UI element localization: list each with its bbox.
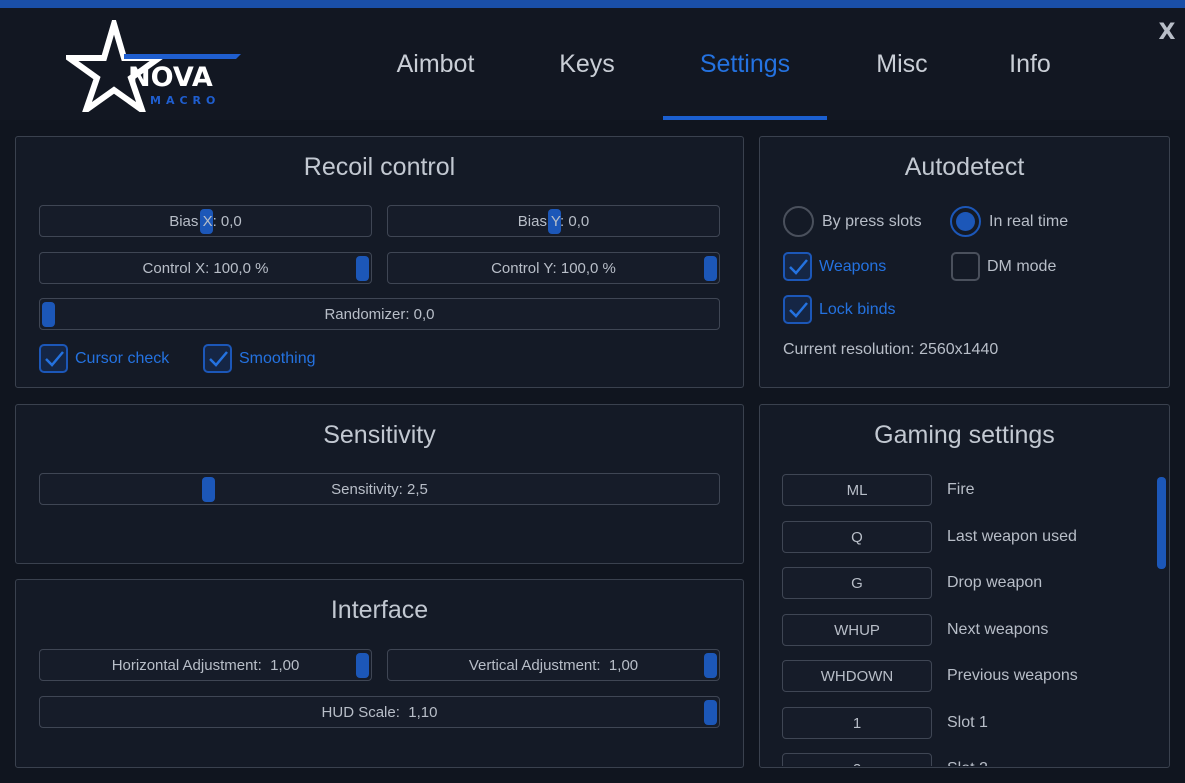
bind-row: Q Last weapon used <box>782 521 1162 553</box>
lock-binds-box[interactable] <box>783 295 812 324</box>
gaming-settings-panel: Gaming settings ML Fire Q Last weapon us… <box>759 404 1170 768</box>
bind-key-button[interactable]: 1 <box>782 707 932 739</box>
bind-action-label: Slot 1 <box>947 714 988 731</box>
window-top-accent <box>0 0 1185 8</box>
tab-info[interactable]: Info <box>990 8 1070 120</box>
hud-scale-label: HUD Scale: 1,10 <box>321 703 438 721</box>
checkmark-icon <box>208 350 228 367</box>
in-real-time-radio[interactable]: In real time <box>950 206 1068 237</box>
dm-mode-box[interactable] <box>951 252 980 281</box>
horizontal-adjustment-slider[interactable]: Horizontal Adjustment: 1,00 <box>39 649 372 681</box>
sensitivity-panel: Sensitivity Sensitivity: 2,5 <box>15 404 744 564</box>
in-real-time-label: In real time <box>989 212 1069 230</box>
close-button[interactable]: X <box>1157 20 1177 46</box>
gaming-binds-list: ML Fire Q Last weapon used G Drop weapon… <box>760 465 1168 766</box>
randomizer-label: Randomizer: 0,0 <box>324 305 435 323</box>
bias-y-label: Bias Y: 0,0 <box>517 212 590 230</box>
bind-action-label: Previous weapons <box>947 667 1078 684</box>
interface-title: Interface <box>330 596 429 624</box>
bind-row: WHUP Next weapons <box>782 614 1162 646</box>
vertical-adjustment-label: Vertical Adjustment: 1,00 <box>468 656 639 674</box>
checkmark-icon <box>44 350 64 367</box>
bias-x-label: Bias X: 0,0 <box>169 212 242 230</box>
bind-key-button[interactable]: ML <box>782 474 932 506</box>
horizontal-adjustment-label: Horizontal Adjustment: 1,00 <box>111 656 300 674</box>
tab-aimbot[interactable]: Aimbot <box>378 8 493 120</box>
dm-mode-label: DM mode <box>987 257 1057 275</box>
logo-subtext: MACRO <box>150 94 221 107</box>
bind-row: WHDOWN Previous weapons <box>782 660 1162 692</box>
control-x-slider[interactable]: Control X: 100,0 % <box>39 252 372 284</box>
lock-binds-label: Lock binds <box>819 300 896 318</box>
weapons-box[interactable] <box>783 252 812 281</box>
bind-action-label: Next weapons <box>947 621 1049 638</box>
autodetect-panel: Autodetect By press slots In real time W… <box>759 136 1170 388</box>
sensitivity-title: Sensitivity <box>323 421 436 449</box>
tab-keys[interactable]: Keys <box>537 8 637 120</box>
dm-mode-checkbox[interactable]: DM mode <box>951 252 1056 281</box>
control-y-slider[interactable]: Control Y: 100,0 % <box>387 252 720 284</box>
bias-x-slider[interactable]: Bias X: 0,0 <box>39 205 372 237</box>
gaming-settings-title: Gaming settings <box>874 421 1055 449</box>
recoil-control-title: Recoil control <box>303 153 456 181</box>
bind-row: 2 Slot 2 <box>782 753 1162 766</box>
by-press-slots-circle[interactable] <box>783 206 814 237</box>
bias-y-slider[interactable]: Bias Y: 0,0 <box>387 205 720 237</box>
control-x-label: Control X: 100,0 % <box>142 259 269 277</box>
sensitivity-slider[interactable]: Sensitivity: 2,5 <box>39 473 720 505</box>
bind-action-label: Slot 2 <box>947 753 988 766</box>
tab-settings[interactable]: Settings <box>663 8 827 120</box>
cursor-check-label: Cursor check <box>75 349 170 367</box>
bind-key-button[interactable]: 2 <box>782 753 932 766</box>
bind-action-label: Last weapon used <box>947 528 1077 545</box>
sensitivity-label: Sensitivity: 2,5 <box>331 480 428 498</box>
checkmark-icon <box>788 258 808 275</box>
tab-misc[interactable]: Misc <box>857 8 947 120</box>
checkmark-icon <box>788 301 808 318</box>
bind-key-button[interactable]: Q <box>782 521 932 553</box>
bind-row: ML Fire <box>782 474 1162 506</box>
smoothing-checkbox[interactable]: Smoothing <box>203 344 316 373</box>
bind-key-button[interactable]: G <box>782 567 932 599</box>
in-real-time-circle[interactable] <box>950 206 981 237</box>
weapons-checkbox[interactable]: Weapons <box>783 252 886 281</box>
autodetect-title: Autodetect <box>904 153 1025 181</box>
bind-key-button[interactable]: WHDOWN <box>782 660 932 692</box>
logo-text: NOVA <box>128 62 213 93</box>
current-resolution-text: Current resolution: 2560x1440 <box>783 341 999 358</box>
control-y-label: Control Y: 100,0 % <box>491 259 616 277</box>
main-tabs: Aimbot Keys Settings Misc Info <box>360 8 1060 120</box>
smoothing-label: Smoothing <box>239 349 316 367</box>
bind-action-label: Fire <box>947 481 975 498</box>
lock-binds-checkbox[interactable]: Lock binds <box>783 295 896 324</box>
bind-row: 1 Slot 1 <box>782 707 1162 739</box>
smoothing-box[interactable] <box>203 344 232 373</box>
bind-key-button[interactable]: WHUP <box>782 614 932 646</box>
cursor-check-checkbox[interactable]: Cursor check <box>39 344 169 373</box>
recoil-control-panel: Recoil control Bias X: 0,0 Bias Y: 0,0 C… <box>15 136 744 388</box>
by-press-slots-label: By press slots <box>822 212 922 230</box>
bind-action-label: Drop weapon <box>947 574 1043 591</box>
cursor-check-box[interactable] <box>39 344 68 373</box>
interface-panel: Interface Horizontal Adjustment: 1,00 Ve… <box>15 579 744 768</box>
hud-scale-slider[interactable]: HUD Scale: 1,10 <box>39 696 720 728</box>
bind-row: G Drop weapon <box>782 567 1162 599</box>
by-press-slots-radio[interactable]: By press slots <box>783 206 922 237</box>
vertical-adjustment-slider[interactable]: Vertical Adjustment: 1,00 <box>387 649 720 681</box>
gaming-settings-scrollbar[interactable] <box>1157 477 1166 569</box>
weapons-label: Weapons <box>819 257 887 275</box>
randomizer-slider[interactable]: Randomizer: 0,0 <box>39 298 720 330</box>
